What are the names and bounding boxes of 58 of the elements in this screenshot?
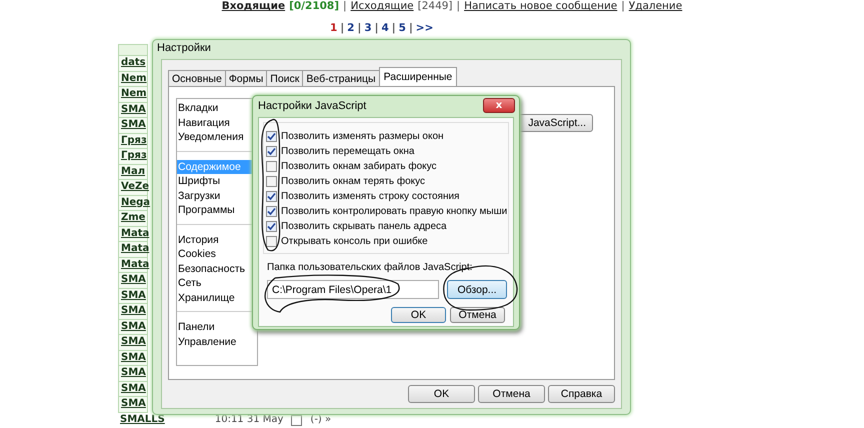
message-count: [2449]: [418, 0, 453, 12]
field-label: Папка пользовательских файлов JavaScript:: [267, 262, 474, 273]
separator-text: |: [343, 0, 347, 12]
tab[interactable]: Расширенные: [378, 67, 458, 86]
folder-path-field[interactable]: C:\Program Files\Opera\1: [267, 280, 439, 299]
checkbox[interactable]: [266, 146, 277, 157]
dialog-button[interactable]: Справка: [548, 385, 615, 403]
separator-text: |: [392, 22, 396, 35]
checkbox-option[interactable]: Позволить окнам терять фокус: [266, 174, 508, 189]
time-text: 10:11 31 May: [214, 412, 284, 426]
page-link[interactable]: 1: [330, 22, 338, 35]
tab[interactable]: Поиск: [266, 70, 304, 86]
separator-text: |: [456, 0, 460, 12]
checkbox[interactable]: [266, 131, 277, 142]
browse-button[interactable]: Обзор...: [447, 280, 507, 299]
checkbox[interactable]: [291, 414, 302, 426]
checkbox[interactable]: [266, 176, 277, 187]
checkbox-option[interactable]: Позволить окнам забирать фокус: [266, 159, 508, 174]
nav-link[interactable]: Исходящие: [350, 0, 414, 12]
checkbox[interactable]: [266, 191, 277, 202]
separator-text: |: [357, 22, 362, 35]
nav-link[interactable]: Написать новое сообщение: [464, 0, 618, 12]
checkbox[interactable]: [266, 236, 277, 247]
page-link[interactable]: 3: [364, 22, 372, 35]
checkbox[interactable]: [266, 206, 277, 217]
window-title: Настройки JavaScript: [258, 100, 366, 112]
dialog-button[interactable]: Отмена: [450, 307, 505, 323]
checkbox-option[interactable]: Позволить изменять размеры окон: [266, 129, 508, 144]
separator-text: |: [340, 22, 344, 35]
page-link[interactable]: 5: [398, 22, 406, 35]
checkbox-option[interactable]: Позволить изменять строку состояния: [266, 189, 508, 204]
page-link[interactable]: 4: [381, 22, 389, 35]
separator-text: |: [621, 0, 625, 12]
nav-link[interactable]: Входящие: [222, 0, 286, 12]
close-button[interactable]: x: [483, 98, 515, 113]
dialog-button[interactable]: OK: [391, 307, 446, 323]
checkbox-option[interactable]: Открывать консоль при ошибке: [266, 234, 508, 249]
checkbox[interactable]: [266, 221, 277, 232]
page-link[interactable]: >>: [416, 22, 434, 35]
checkbox[interactable]: [266, 161, 277, 172]
sender-link[interactable]: SMALLS: [120, 412, 165, 427]
checkbox-option[interactable]: Позволить перемещать окна: [266, 144, 508, 159]
window-title: Настройки: [156, 41, 212, 56]
tab[interactable]: Формы: [224, 70, 268, 86]
tab[interactable]: Основные: [168, 70, 226, 86]
message-count: [0/2108]: [289, 0, 340, 12]
separator-text: |: [374, 22, 378, 35]
page-link[interactable]: 2: [347, 22, 354, 35]
sidebar-item[interactable]: Управление: [177, 334, 257, 349]
separator-text: |: [408, 22, 413, 35]
sender-link[interactable]: Nega: [121, 196, 150, 210]
action-text: (-) »: [310, 412, 332, 426]
dialog-button[interactable]: Отмена: [478, 385, 545, 403]
checkbox-option[interactable]: Позволить скрывать панель адреса: [266, 219, 508, 234]
nav-link[interactable]: Удаление: [628, 0, 682, 12]
dialog-button[interactable]: OK: [408, 385, 475, 403]
tab[interactable]: Веб-страницы: [302, 70, 380, 86]
checkbox-option[interactable]: Позволить контролировать правую кнопку мыши: [266, 204, 508, 219]
